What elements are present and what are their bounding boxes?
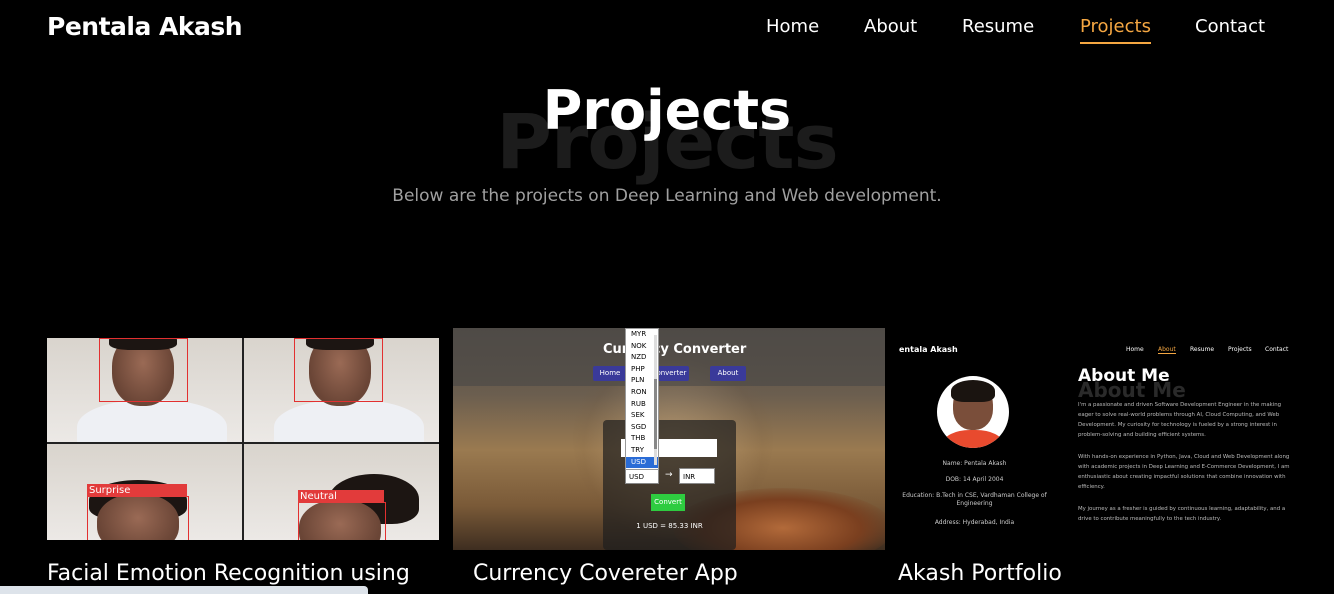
- portfolio-avatar: [937, 376, 1009, 448]
- portfolio-nav-contact: Contact: [1265, 346, 1289, 353]
- page-subtitle: Below are the projects on Deep Learning …: [392, 186, 942, 206]
- portfolio-paragraph: My journey as a fresher is guided by con…: [1078, 506, 1286, 522]
- face-frame-3: Surprise: [47, 444, 242, 540]
- converter-about-button: About: [710, 366, 746, 381]
- portfolio-brand: entala Akash: [899, 345, 958, 354]
- project-title-portfolio[interactable]: Akash Portfolio: [898, 559, 1062, 589]
- page-title: Projects: [542, 79, 792, 142]
- from-currency-select: USD: [625, 468, 659, 484]
- nav-active-underline: [1080, 42, 1151, 44]
- portfolio-info-dob: DOB: 14 April 2004: [945, 476, 1004, 483]
- rate-text: 1 USD = 85.33 INR: [636, 522, 703, 530]
- nav-home[interactable]: Home: [766, 16, 819, 38]
- project-thumbnail-emotion[interactable]: Surprise Neutral: [47, 338, 439, 540]
- nav-projects[interactable]: Projects: [1080, 16, 1151, 38]
- portfolio-nav-home: Home: [1126, 346, 1144, 353]
- nav-about[interactable]: About: [864, 16, 917, 38]
- face-frame-1: [47, 338, 242, 442]
- nav-contact[interactable]: Contact: [1195, 16, 1265, 38]
- portfolio-nav-projects: Projects: [1228, 346, 1252, 353]
- emotion-label: Neutral: [298, 490, 384, 503]
- main-nav: Home About Resume Projects Contact: [0, 14, 1334, 54]
- arrow-right-icon: →: [665, 470, 673, 480]
- portfolio-nav-about: About: [1158, 346, 1176, 354]
- project-title-emotion[interactable]: Facial Emotion Recognition using: [47, 559, 410, 589]
- convert-button: Convert: [651, 494, 685, 511]
- project-thumbnail-portfolio[interactable]: entala Akash Home About Resume Projects …: [895, 338, 1295, 540]
- currency-dropdown-list: MYR NOK NZD PHP PLN RON RUB SEK SGD THB …: [625, 328, 659, 470]
- face-frame-2: [244, 338, 439, 442]
- status-bar-strip: [0, 586, 368, 594]
- face-frame-4: Neutral: [244, 444, 439, 540]
- portfolio-about-heading: About Me: [1078, 366, 1170, 386]
- emotion-label: Surprise: [87, 484, 187, 497]
- portfolio-paragraph: With hands-on experience in Python, Java…: [1078, 454, 1290, 490]
- portfolio-info-name: Name: Pentala Akash: [942, 460, 1007, 467]
- nav-resume[interactable]: Resume: [962, 16, 1034, 38]
- portfolio-paragraph: I'm a passionate and driven Software Dev…: [1078, 402, 1282, 438]
- project-title-currency[interactable]: Currency Covereter App: [473, 559, 738, 589]
- portfolio-nav-resume: Resume: [1190, 346, 1215, 353]
- to-currency-select: INR: [679, 468, 715, 484]
- converter-home-button: Home: [593, 366, 627, 381]
- portfolio-info-address: Address: Hyderabad, India: [934, 519, 1015, 526]
- portfolio-info-education: Education: B.Tech in CSE, Vardhaman Coll…: [902, 492, 1047, 507]
- project-thumbnail-currency[interactable]: Currency Converter Home Converter About …: [453, 328, 885, 550]
